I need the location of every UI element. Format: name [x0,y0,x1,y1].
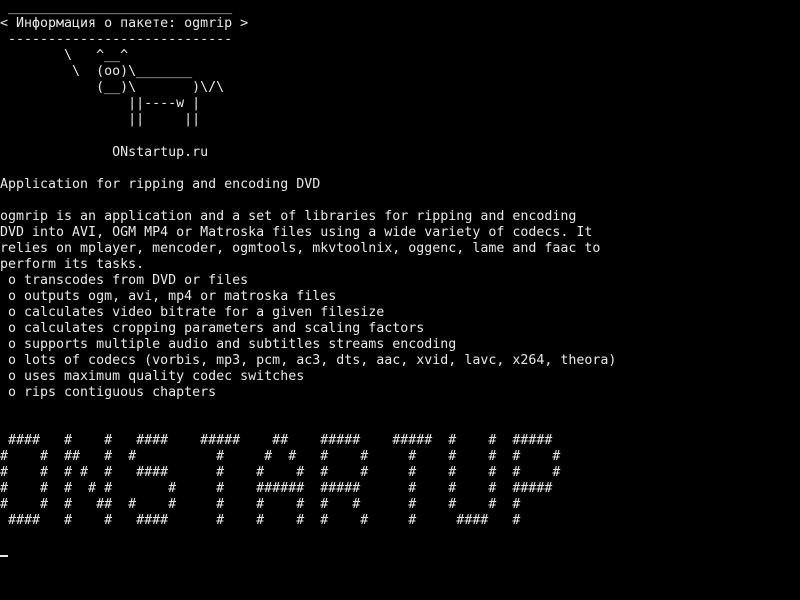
terminal-screen[interactable]: ____________________________ < Информаци… [0,0,800,600]
cow-art-line: ||----w | [0,96,201,111]
cow-art-line: || || [0,112,201,127]
ascii-banner-line: # # # # # #### # # # # # # # # # # [0,465,561,480]
feature-item: o calculates cropping parameters and sca… [0,321,425,336]
ascii-banner-line: #### # # #### # # # # # # #### # [0,513,521,528]
feature-item: o rips contiguous chapters [0,385,217,400]
ascii-banner-line: # # ## # # # # # # # # # # # # [0,449,561,464]
cow-art-line: (__)\ )\/\ [0,80,225,95]
ascii-banner-line: # # # ## # # # # # # # # # # # [0,497,521,512]
description-line: relies on mplayer, mencoder, ogmtools, m… [0,241,601,256]
cow-art-line: \ (oo)\_______ [0,64,193,79]
ascii-banner-line: # # # # # # # ###### ##### # # # ##### [0,481,553,496]
description-line: perform its tasks. [0,257,145,272]
feature-item: o transcodes from DVD or files [0,273,249,288]
cowsay-message: < Информация о пакете: ogmrip > [0,16,249,31]
site-signature: ONstartup.ru [0,145,209,160]
feature-item: o lots of codecs (vorbis, mp3, pcm, ac3,… [0,353,617,368]
cowsay-top-border: ____________________________ [0,0,233,15]
text-cursor [0,555,8,557]
feature-item: o calculates video bitrate for a given f… [0,305,385,320]
cow-art-line: \ ^__^ [0,48,129,63]
feature-item: o outputs ogm, avi, mp4 or matroska file… [0,289,337,304]
package-summary: Application for ripping and encoding DVD [0,177,321,192]
description-line: DVD into AVI, OGM MP4 or Matroska files … [0,225,593,240]
description-line: ogmrip is an application and a set of li… [0,209,577,224]
feature-item: o uses maximum quality codec switches [0,369,305,384]
feature-item: o supports multiple audio and subtitles … [0,337,457,352]
cowsay-bottom-border: ---------------------------- [0,32,233,47]
ascii-banner-line: #### # # #### ##### ## ##### ##### # # #… [0,433,553,448]
